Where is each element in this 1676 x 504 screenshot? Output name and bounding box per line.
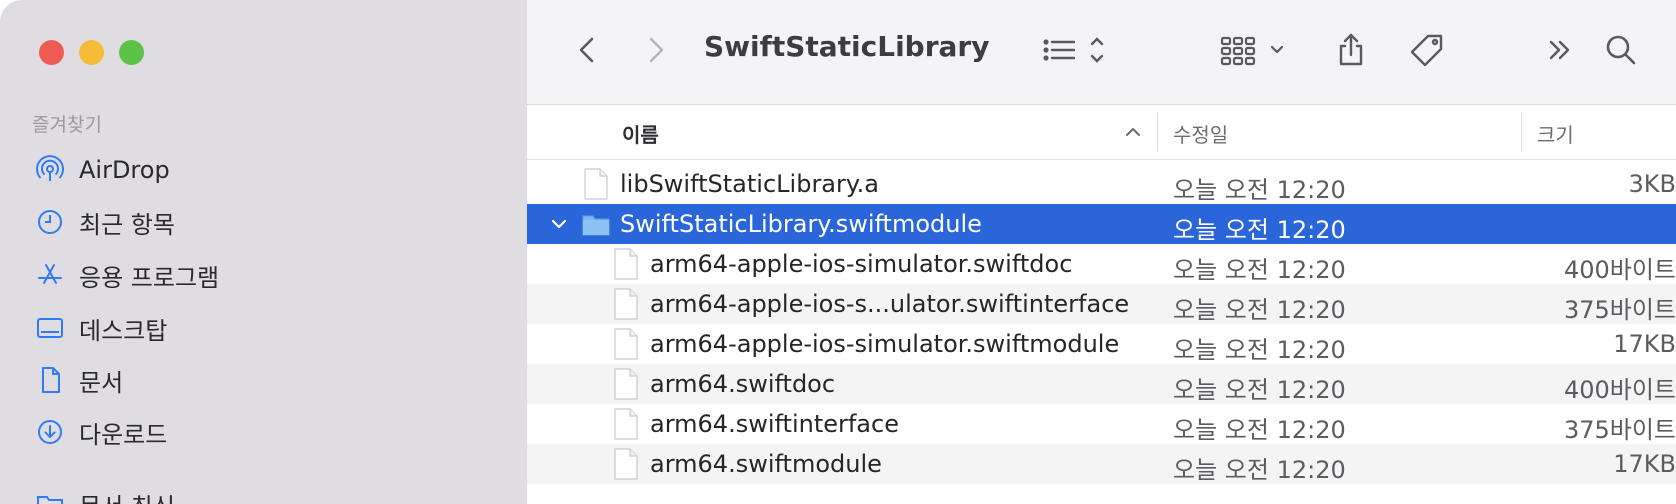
file-size: 375바이트	[1563, 416, 1676, 444]
file-modified-date: 오늘 오전 12:20	[1173, 336, 1346, 364]
airdrop-icon	[36, 155, 64, 181]
sidebar-item-recents[interactable]: 최근 항목	[35, 202, 175, 242]
folder-icon	[582, 215, 610, 236]
file-name: arm64-apple-ios-simulator.swiftdoc	[650, 250, 1073, 278]
toolbar: SwiftStaticLibrary	[527, 0, 1676, 105]
double-chevron-right-icon	[1549, 40, 1570, 60]
sidebar-item-folder[interactable]: 문서 최신	[35, 484, 175, 504]
tag-button[interactable]	[1409, 32, 1445, 68]
sidebar-item-airdrop[interactable]: AirDrop	[35, 150, 170, 190]
folder-icon	[37, 496, 63, 504]
file-size: 17KB	[1613, 450, 1676, 478]
column-header-modified[interactable]: 수정일	[1173, 119, 1228, 148]
window-title: SwiftStaticLibrary	[704, 30, 990, 63]
sidebar-item-downloads[interactable]: 다운로드	[35, 412, 167, 452]
sidebar-item-label: 최근 항목	[79, 210, 175, 239]
file-modified-date: 오늘 오전 12:20	[1173, 416, 1346, 444]
file-row[interactable]: libSwiftStaticLibrary.a 오늘 오전 12:20 3KB	[527, 164, 1676, 204]
document-file-icon	[614, 408, 638, 440]
sidebar-item-applications[interactable]: 응용 프로그램	[35, 255, 219, 295]
file-size: 400바이트	[1563, 256, 1676, 284]
file-row[interactable]: arm64.swiftdoc 오늘 오전 12:20 400바이트	[527, 364, 1676, 404]
sidebar-item-label: 다운로드	[79, 420, 168, 449]
share-button[interactable]	[1333, 32, 1369, 68]
disclosure-expanded-icon[interactable]	[549, 214, 569, 234]
file-name: SwiftStaticLibrary.swiftmodule	[620, 210, 982, 238]
clock-icon	[38, 210, 62, 234]
grid-icon	[1220, 36, 1284, 66]
file-row[interactable]: SwiftStaticLibrary.swiftmodule 오늘 오전 12:2…	[527, 204, 1676, 244]
list-view-icon	[1043, 37, 1104, 63]
tag-icon	[1410, 34, 1443, 67]
file-modified-date: 오늘 오전 12:20	[1173, 216, 1346, 244]
document-file-icon	[614, 368, 638, 400]
finder-window: 즐겨찾기 AirDrop 최근 항목 응용 프로그램 데스크탑 문서 다운로드 …	[0, 0, 1676, 504]
file-modified-date: 오늘 오전 12:20	[1173, 376, 1346, 404]
sidebar-item-label: AirDrop	[79, 156, 170, 184]
sort-ascending-icon	[1126, 128, 1140, 136]
file-row[interactable]: arm64.swiftinterface 오늘 오전 12:20 375바이트	[527, 404, 1676, 444]
file-size: 400바이트	[1563, 376, 1676, 404]
column-divider[interactable]	[1521, 113, 1522, 151]
file-name: arm64-apple-ios-s...ulator.swiftinterfac…	[650, 290, 1130, 318]
file-row[interactable]: arm64-apple-ios-simulator.swiftdoc 오늘 오전 …	[527, 244, 1676, 284]
sidebar: 즐겨찾기 AirDrop 최근 항목 응용 프로그램 데스크탑 문서 다운로드	[0, 0, 527, 504]
desktop-icon	[37, 318, 63, 338]
sidebar-item-desktop[interactable]: 데스크탑	[35, 308, 167, 348]
file-name: arm64.swiftmodule	[650, 450, 882, 478]
forward-button[interactable]	[637, 32, 673, 68]
column-header-size[interactable]: 크기	[1537, 119, 1574, 148]
sidebar-item-label: 문서 최신	[79, 487, 175, 504]
column-header: 이름 수정일 크기	[527, 105, 1676, 160]
search-button[interactable]	[1603, 32, 1639, 68]
favorites-section-title: 즐겨찾기	[32, 114, 102, 136]
view-options-button[interactable]	[1040, 32, 1110, 68]
column-divider[interactable]	[1157, 113, 1158, 151]
document-file-icon	[614, 248, 638, 280]
file-name: arm64-apple-ios-simulator.swiftmodule	[650, 330, 1120, 358]
close-window-button[interactable]	[39, 40, 64, 65]
file-name: arm64.swiftinterface	[650, 410, 899, 438]
document-icon	[42, 367, 60, 393]
document-file-icon	[584, 168, 608, 200]
document-file-icon	[614, 448, 638, 480]
file-name: arm64.swiftdoc	[650, 370, 836, 398]
minimize-window-button[interactable]	[79, 40, 104, 65]
sidebar-item-label: 데스크탑	[79, 316, 168, 345]
download-icon	[38, 420, 62, 444]
sidebar-item-label: 응용 프로그램	[79, 263, 220, 292]
back-button[interactable]	[570, 32, 606, 68]
more-toolbar-button[interactable]	[1543, 32, 1579, 68]
sidebar-item-label: 문서	[79, 368, 124, 397]
chevron-left-icon	[579, 37, 594, 63]
share-icon	[1339, 33, 1363, 66]
search-icon	[1606, 35, 1636, 65]
group-options-button[interactable]	[1219, 32, 1291, 68]
file-modified-date: 오늘 오전 12:20	[1173, 296, 1346, 324]
file-name: libSwiftStaticLibrary.a	[620, 170, 879, 198]
file-row[interactable]: arm64-apple-ios-simulator.swiftmodule 오늘 …	[527, 324, 1676, 364]
file-modified-date: 오늘 오전 12:20	[1173, 176, 1346, 204]
applications-icon	[38, 264, 62, 284]
file-modified-date: 오늘 오전 12:20	[1173, 256, 1346, 284]
file-size: 3KB	[1628, 170, 1676, 198]
column-header-name[interactable]: 이름	[622, 119, 659, 148]
file-size: 375바이트	[1563, 296, 1676, 324]
file-row[interactable]: arm64.swiftmodule 오늘 오전 12:20 17KB	[527, 444, 1676, 484]
file-modified-date: 오늘 오전 12:20	[1173, 456, 1346, 484]
document-file-icon	[614, 328, 638, 360]
file-row[interactable]: arm64-apple-ios-s...ulator.swiftinterfac…	[527, 284, 1676, 324]
main-content: SwiftStaticLibrary 이름 수정일 크기 libSwiftSta…	[527, 0, 1676, 504]
sidebar-item-documents[interactable]: 문서	[35, 360, 123, 400]
file-size: 17KB	[1613, 330, 1676, 358]
document-file-icon	[614, 288, 638, 320]
zoom-window-button[interactable]	[119, 40, 144, 65]
chevron-right-icon	[649, 37, 664, 63]
